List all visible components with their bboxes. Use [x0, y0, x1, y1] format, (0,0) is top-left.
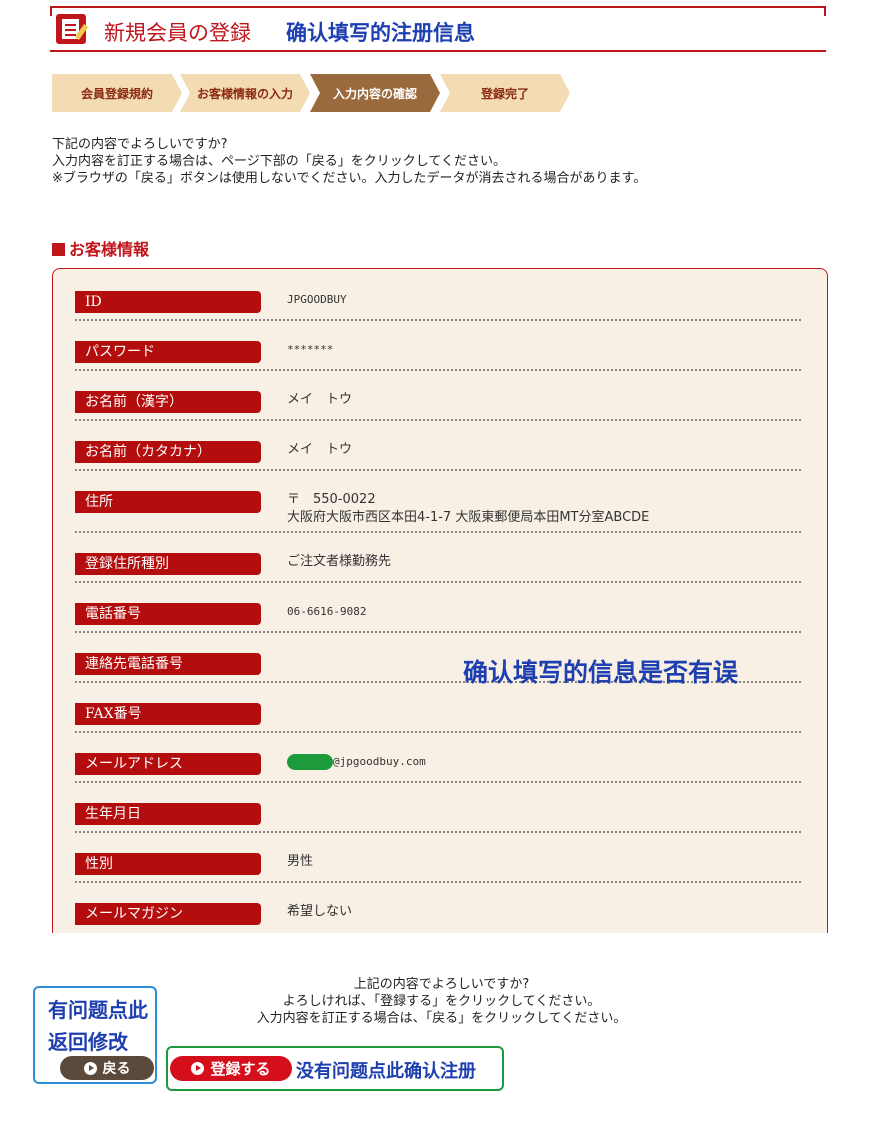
field-label: 登録住所種別 [75, 553, 261, 575]
field-row-name-katakana: お名前（カタカナ） メイ トウ [75, 419, 801, 471]
field-row-name-kanji: お名前（漢字） メイ トウ [75, 369, 801, 421]
field-label: FAX番号 [75, 703, 261, 725]
field-value: JPGOODBUY [287, 293, 347, 306]
panel-annotation: 确认填写的信息是否有误 [463, 658, 739, 687]
play-icon [191, 1062, 205, 1075]
field-value: メイ トウ [287, 392, 353, 407]
field-label: ID [75, 291, 261, 313]
field-row-id: ID JPGOODBUY [75, 269, 801, 321]
field-value: ******* [287, 343, 334, 356]
step-complete: 登録完了 [440, 74, 570, 112]
intro-line: 下記の内容でよろしいですか? [52, 137, 228, 152]
email-domain: @jpgoodbuy.com [333, 755, 426, 768]
field-label: メールアドレス [75, 753, 261, 775]
field-row-address-type: 登録住所種別 ご注文者様勤務先 [75, 531, 801, 583]
field-value: メイ トウ [287, 442, 353, 457]
field-value: @jpgoodbuy.com [287, 753, 426, 771]
intro-line: 入力内容を訂正する場合は、ページ下部の「戻る」をクリックしてください。 [52, 154, 506, 169]
step-confirm: 入力内容の確認 [310, 74, 440, 112]
page-header: 新規会員の登録 确认填写的注册信息 [50, 6, 826, 52]
field-value: ご注文者様勤務先 [287, 554, 392, 569]
register-button[interactable]: 登録する [170, 1056, 292, 1081]
register-annotation: 没有问题点此确认注册 [296, 1061, 476, 1082]
field-row-phone: 電話番号 06-6616-9082 [75, 581, 801, 633]
page-title: 新規会員の登録 [104, 21, 251, 45]
field-row-address: 住所 〒 550-0022 大阪府大阪市西区本田4-1-7 大阪東郵便局本田MT… [75, 469, 801, 533]
field-value: 男性 [287, 854, 314, 869]
step-customer-info: お客様情報の入力 [180, 74, 310, 112]
field-row-gender: 性別 男性 [75, 831, 801, 883]
address-line: 大阪府大阪市西区本田4-1-7 大阪東郵便局本田MT分室ABCDE [287, 510, 650, 525]
field-label: 生年月日 [75, 803, 261, 825]
field-row-password: パスワード ******* [75, 319, 801, 371]
field-label: 住所 [75, 491, 261, 513]
field-label: 連絡先電話番号 [75, 653, 261, 675]
field-row-birthday: 生年月日 [75, 781, 801, 833]
masked-email-blob [287, 754, 333, 770]
field-label: パスワード [75, 341, 261, 363]
postal-code: 〒 550-0022 [287, 492, 376, 507]
form-edit-icon [56, 14, 89, 44]
field-value: 06-6616-9082 [287, 605, 367, 618]
field-label: メールマガジン [75, 903, 261, 925]
field-value: 〒 550-0022 大阪府大阪市西区本田4-1-7 大阪東郵便局本田MT分室A… [287, 491, 649, 527]
header-annotation: 确认填写的注册信息 [286, 21, 475, 45]
field-row-newsletter: メールマガジン 希望しない [75, 881, 801, 931]
play-icon [83, 1061, 97, 1075]
back-button[interactable]: 戻る [60, 1056, 154, 1080]
field-label: 電話番号 [75, 603, 261, 625]
step-terms: 会員登録規約 [52, 74, 182, 112]
field-row-email: メールアドレス @jpgoodbuy.com [75, 731, 801, 783]
back-annotation: 有问题点此 返回修改 [48, 998, 148, 1054]
field-label: 性別 [75, 853, 261, 875]
field-value: 希望しない [287, 904, 353, 919]
customer-info-panel: ID JPGOODBUY パスワード ******* お名前（漢字） メイ トウ… [52, 268, 828, 933]
field-label: お名前（漢字） [75, 391, 261, 413]
section-title: お客様情報 [52, 236, 149, 260]
square-bullet-icon [52, 243, 65, 256]
intro-text: 下記の内容でよろしいですか? 入力内容を訂正する場合は、ページ下部の「戻る」をク… [52, 136, 646, 187]
field-label: お名前（カタカナ） [75, 441, 261, 463]
intro-line: ※ブラウザの「戻る」ボタンは使用しないでください。入力したデータが消去される場合… [52, 171, 647, 186]
